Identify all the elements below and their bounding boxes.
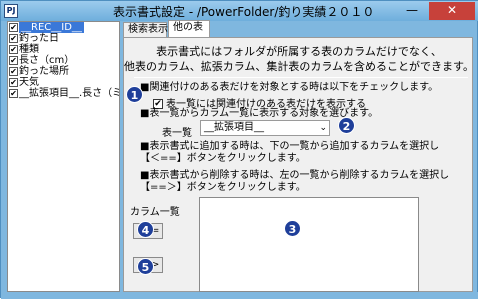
tab-search-display[interactable]: 検索表示	[123, 22, 168, 37]
window-title: 表示書式設定 - /PowerFolder/釣り実績２０１０	[113, 5, 375, 19]
field-item[interactable]: ✔ 釣った場所	[8, 66, 119, 77]
table-list-label: 表一覧	[162, 128, 192, 139]
callout-badge-2: 2	[338, 117, 355, 134]
field-item[interactable]: ✔__拡張項目__.長さ（ミリ	[8, 88, 119, 99]
field-item[interactable]: ✔ 種類	[8, 44, 119, 55]
field-checkbox[interactable]: ✔	[9, 34, 18, 43]
intro-text: 表示書式にはフォルダが所属する表のカラムだけでなく、 他表のカラム、拡張カラム、…	[124, 45, 474, 73]
field-checkbox[interactable]: ✔	[9, 23, 18, 32]
minimize-button[interactable]: —	[399, 2, 425, 20]
callout-badge-5: 5	[137, 258, 154, 275]
field-checkbox[interactable]: ✔	[9, 45, 18, 54]
divider	[134, 77, 468, 78]
field-item[interactable]: ✔ 長さ（cm）	[8, 55, 119, 66]
close-button[interactable]: ✕	[429, 2, 475, 20]
remove-note: ■表示書式から削除する時は、左の一覧から削除するカラムを選択し 【==＞】ボタン…	[140, 170, 450, 193]
field-item[interactable]: ✔ __REC__ID__	[8, 22, 119, 33]
app-icon: PJ	[4, 4, 18, 18]
field-checkbox[interactable]: ✔	[9, 78, 18, 87]
callout-badge-1: 1	[126, 86, 143, 103]
field-item[interactable]: ✔ 天気	[8, 77, 119, 88]
dialog-window: PJ 表示書式設定 - /PowerFolder/釣り実績２０１０ — ✕ ✔ _…	[0, 0, 478, 299]
field-checkbox[interactable]: ✔	[9, 67, 18, 76]
table-list-dropdown[interactable]: __拡張項目__ ⌄	[200, 120, 330, 136]
format-field-list[interactable]: ✔ __REC__ID__ ✔ 釣った日 ✔ 種類 ✔ 長さ（cm） ✔ 釣った場所 ✔ 天…	[7, 21, 120, 292]
field-item[interactable]: ✔ 釣った日	[8, 33, 119, 44]
chevron-down-icon: ⌄	[319, 123, 327, 133]
field-checkbox[interactable]: ✔	[9, 56, 18, 65]
other-tables-panel: 表示書式にはフォルダが所属する表のカラムだけでなく、 他表のカラム、拡張カラム、…	[123, 37, 474, 292]
add-note: ■表示書式に追加する時は、下の一覧から追加するカラムを選択し 【＜==】ボタンを…	[140, 141, 440, 164]
field-checkbox[interactable]: ✔	[9, 89, 18, 98]
tab-other-tables[interactable]: 他の表	[168, 20, 210, 37]
callout-badge-3: 3	[284, 220, 301, 237]
related-only-note: ■関連付けのある表だけを対象とする時は以下をチェックします。	[140, 82, 439, 93]
callout-badge-4: 4	[137, 221, 154, 238]
column-list[interactable]	[199, 197, 419, 292]
column-list-label: カラム一覧	[130, 207, 180, 218]
title-bar: PJ 表示書式設定 - /PowerFolder/釣り実績２０１０ — ✕	[1, 1, 478, 21]
